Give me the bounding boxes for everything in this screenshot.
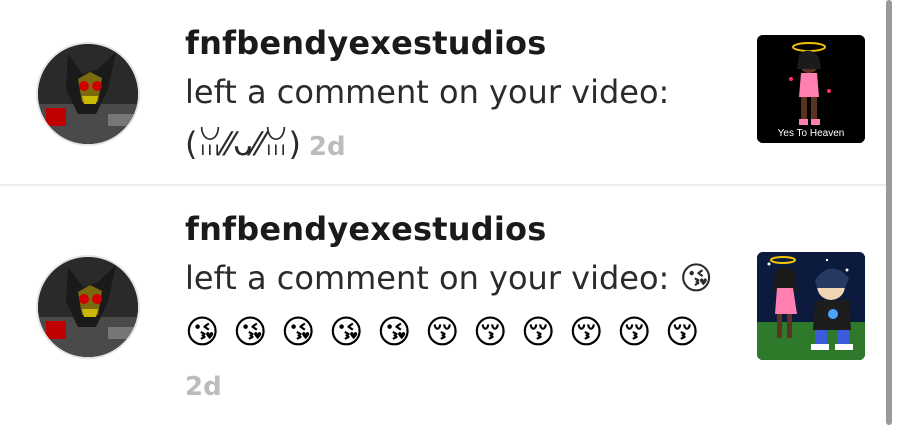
emoji: 😘 — [185, 312, 220, 351]
scrollbar[interactable] — [886, 0, 892, 425]
timestamp: 2d — [185, 372, 222, 402]
timestamp: 2d — [308, 132, 346, 162]
avatar-image — [38, 44, 138, 144]
comment-message: left a comment on your video: (ꈍ⁄⁄ᴗ⁄⁄ꈍ) — [185, 73, 670, 163]
emoji: 😚 — [473, 312, 508, 351]
avatar[interactable] — [36, 42, 140, 146]
notification-item[interactable]: fnfbendyexestudios left a comment on you… — [0, 186, 886, 425]
thumbnail-image — [757, 252, 865, 360]
video-thumbnail[interactable]: Yes To Heaven — [757, 35, 865, 143]
emoji: 😚 — [521, 312, 556, 351]
emoji: 😚 — [569, 312, 604, 351]
emoji: 😚 — [617, 312, 652, 351]
comment-message: left a comment on your video: 😘 — [185, 259, 713, 297]
emoji: 😘 — [377, 312, 412, 351]
thumbnail-image — [757, 35, 865, 143]
username[interactable]: fnfbendyexestudios — [185, 24, 546, 62]
emoji: 😘 — [233, 312, 268, 351]
video-thumbnail[interactable] — [757, 252, 865, 360]
notification-item[interactable]: fnfbendyexestudios left a comment on you… — [0, 0, 886, 184]
emoji-line: 😘 😘 😘 😘 😘 😚 😚 😚 😚 😚 😚 — [185, 312, 713, 351]
emoji: 😘 — [281, 312, 316, 351]
avatar-image — [38, 257, 138, 357]
username[interactable]: fnfbendyexestudios — [185, 210, 546, 248]
emoji: 😘 — [329, 312, 364, 351]
avatar[interactable] — [36, 255, 140, 359]
comment-text: left a comment on your video: (ꈍ⁄⁄ᴗ⁄⁄ꈍ) 2… — [185, 66, 725, 173]
emoji: 😚 — [425, 312, 460, 351]
thumbnail-caption: Yes To Heaven — [777, 128, 845, 139]
emoji: 😚 — [665, 312, 700, 351]
notification-list: fnfbendyexestudios left a comment on you… — [0, 0, 886, 425]
comment-text: left a comment on your video: 😘 — [185, 252, 725, 304]
